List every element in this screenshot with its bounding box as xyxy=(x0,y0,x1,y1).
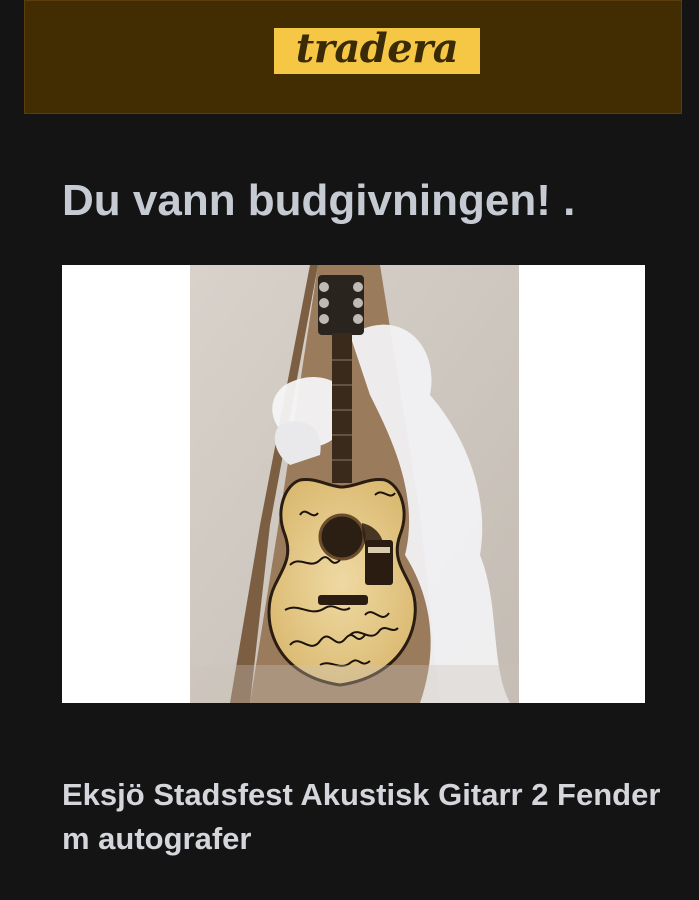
tradera-logo[interactable]: tradera xyxy=(274,28,480,74)
guitar-photo xyxy=(190,265,519,703)
item-title[interactable]: Eksjö Stadsfest Akustisk Gitarr 2 Fender… xyxy=(62,773,662,861)
item-image[interactable] xyxy=(62,265,645,703)
auction-won-headline: Du vann budgivningen! . xyxy=(62,176,576,225)
site-header: tradera xyxy=(24,0,682,114)
page: tradera Du vann budgivningen! . Eksjö St… xyxy=(0,0,699,900)
logo-text: tradera xyxy=(295,28,459,72)
acoustic-guitar-icon xyxy=(190,265,519,703)
